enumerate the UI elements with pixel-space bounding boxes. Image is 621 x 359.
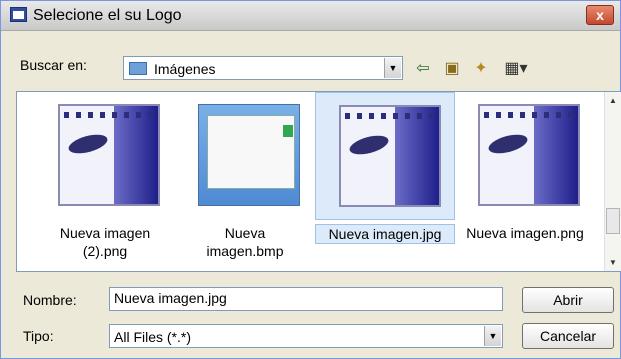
filetype-value: All Files (*.*): [114, 329, 192, 345]
window-title: Selecione el su Logo: [33, 7, 182, 24]
window-app-icon: [10, 7, 27, 22]
file-item[interactable]: Nueva imagen (2).png: [35, 92, 175, 272]
view-menu-icon[interactable]: ▦▾: [501, 59, 531, 79]
file-thumbnail-frame: [315, 92, 455, 220]
file-thumbnail-frame: [455, 92, 595, 220]
title-bar: Selecione el su Logo x: [1, 1, 620, 31]
screenshot-thumbnail: [198, 104, 300, 206]
chevron-down-icon[interactable]: ▼: [484, 326, 501, 346]
file-name: Nueva imagen.png: [466, 225, 584, 241]
open-button[interactable]: Abrir: [522, 287, 614, 313]
lookin-label: Buscar en:: [20, 57, 87, 73]
filename-label: Nombre:: [23, 292, 77, 308]
file-name: Nueva imagen.bmp: [206, 225, 284, 259]
filetype-label: Tipo:: [23, 328, 54, 344]
filetype-dropdown[interactable]: All Files (*.*) ▼: [109, 324, 503, 348]
chevron-down-icon[interactable]: ▼: [384, 58, 401, 78]
file-thumbnail-frame: [175, 92, 315, 220]
file-dialog-window: Selecione el su Logo x Buscar en: Imágen…: [0, 0, 621, 359]
file-name: Nueva imagen (2).png: [59, 225, 151, 259]
up-folder-icon[interactable]: ▣: [442, 59, 462, 79]
file-item[interactable]: Nueva imagen.bmp: [175, 92, 315, 272]
back-arrow-icon[interactable]: ⇦: [413, 59, 433, 79]
image-thumbnail: [339, 105, 441, 207]
file-thumbnail-frame: [35, 92, 175, 220]
new-folder-icon[interactable]: ✦: [471, 59, 491, 79]
cancel-button[interactable]: Cancelar: [522, 323, 614, 349]
scroll-up-arrow-icon[interactable]: ▲: [605, 92, 621, 109]
close-button[interactable]: x: [586, 5, 614, 25]
image-thumbnail: [58, 104, 160, 206]
scroll-down-arrow-icon[interactable]: ▼: [605, 254, 621, 271]
file-list-view[interactable]: Nueva imagen (2).png Nueva imagen.bmp Nu…: [16, 91, 621, 272]
vertical-scrollbar[interactable]: ▲ ▼: [604, 92, 621, 271]
scroll-thumb[interactable]: [606, 208, 620, 234]
image-thumbnail: [478, 104, 580, 206]
file-item-selected[interactable]: Nueva imagen.jpg: [315, 92, 455, 272]
filename-input[interactable]: Nueva imagen.jpg: [109, 287, 503, 311]
lookin-value: Imágenes: [154, 61, 216, 77]
file-name: Nueva imagen.jpg: [315, 224, 455, 244]
lookin-dropdown[interactable]: Imágenes ▼: [123, 56, 403, 80]
file-item[interactable]: Nueva imagen.png: [455, 92, 595, 272]
folder-images-icon: [129, 62, 147, 75]
